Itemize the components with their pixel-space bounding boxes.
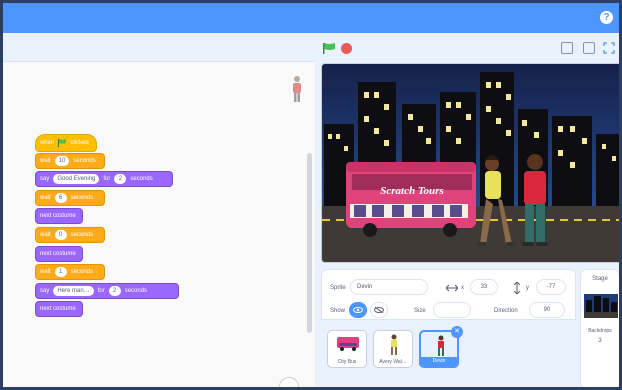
devin-thumbnail-icon [438, 335, 444, 356]
script-block-5[interactable]: wait 0 seconds [35, 227, 105, 243]
script-block-8[interactable]: say Here man… for 2 seconds [35, 282, 179, 299]
block-input[interactable]: 10 [54, 155, 70, 166]
block-input[interactable]: Good Evening [53, 174, 100, 185]
sprite-name-label: Sprite [330, 285, 346, 291]
block-text: for [97, 287, 105, 294]
zoom-reset-button[interactable] [279, 377, 299, 387]
block-input[interactable]: Here man… [53, 285, 94, 296]
stage-panel[interactable]: Stage Backdrops 3 [580, 269, 619, 387]
delete-sprite-icon[interactable]: ✕ [451, 326, 463, 338]
show-hidden-button[interactable] [370, 302, 388, 318]
help-icon[interactable]: ? [600, 11, 613, 24]
block-input[interactable]: 0 [54, 230, 67, 240]
block-text: when [40, 140, 55, 146]
x-field[interactable]: 33 [470, 279, 498, 295]
block-text: seconds [124, 287, 148, 294]
backdrop-thumbnail [584, 294, 618, 318]
block-text: seconds [70, 269, 94, 276]
script-block-4[interactable]: next costume [35, 208, 83, 225]
block-input[interactable]: 6 [54, 192, 67, 203]
script-block-9[interactable]: next costume [35, 301, 83, 318]
editor-tabs-bar [3, 33, 315, 61]
x-label: x [461, 285, 464, 291]
green-flag-icon[interactable] [323, 43, 335, 54]
stage-scene: Scratch Tours [322, 64, 619, 262]
code-scrollbar[interactable] [307, 153, 312, 333]
show-label: Show [330, 308, 346, 314]
block-text: seconds [70, 232, 94, 238]
sprite-thumb-avery[interactable]: Avery Wal… [373, 330, 413, 368]
menu-bar: ? [3, 3, 619, 33]
block-text: wait [40, 269, 51, 276]
backdrops-count: 3 [598, 338, 602, 344]
scratch-editor: ? when clicked wait 10 seconds say Good Evenin… [0, 0, 622, 390]
block-text: seconds [73, 157, 96, 164]
y-arrow-icon [513, 282, 521, 294]
block-text: wait [40, 157, 51, 164]
block-text: wait [40, 232, 51, 238]
eye-icon [353, 307, 363, 313]
block-input[interactable]: 2 [108, 285, 121, 296]
eye-slash-icon [374, 307, 384, 313]
block-text: for [103, 176, 111, 183]
sprite-thumb-label: Devin [421, 357, 457, 366]
block-text: next costume [40, 213, 76, 220]
city-bus [346, 162, 476, 237]
script-block-7[interactable]: wait 1 seconds [35, 264, 105, 281]
bus-thumbnail-icon [337, 337, 359, 351]
avery-thumbnail-icon [391, 334, 397, 355]
backdrops-label: Backdrops [588, 328, 612, 334]
sprite-name-field[interactable]: Devin [350, 279, 428, 295]
block-text: seconds [130, 176, 153, 183]
green-flag-icon [58, 139, 67, 147]
block-text: seconds [70, 194, 94, 201]
block-text: say [40, 176, 50, 183]
direction-label: Direction [494, 308, 518, 314]
size-label: Size [414, 308, 426, 314]
normal-stage-icon[interactable] [583, 42, 595, 54]
y-label: y [526, 285, 529, 291]
size-field[interactable] [433, 302, 471, 318]
sprite-ghost-icon [293, 76, 301, 102]
script-block-0[interactable]: when clicked [35, 134, 97, 152]
show-visible-button[interactable] [349, 302, 367, 318]
block-text: next costume [40, 250, 76, 257]
small-stage-icon[interactable] [561, 42, 573, 54]
sprite-thumb-label: City Bus [337, 359, 357, 365]
block-text: wait [40, 194, 51, 201]
stage-header [315, 33, 619, 61]
fullscreen-icon[interactable] [603, 42, 615, 54]
script-block-2[interactable]: say Good Evening for 2 seconds [35, 171, 173, 188]
x-arrow-icon [446, 284, 458, 292]
script-block-3[interactable]: wait 6 seconds [35, 189, 105, 206]
sprite-thumb-devin[interactable]: Devin ✕ [419, 326, 463, 368]
block-text: clicked [70, 140, 89, 146]
bus-text: Scratch Tours [380, 185, 443, 197]
stage-panel-title: Stage [592, 276, 608, 282]
stop-icon[interactable] [341, 43, 352, 54]
block-text: say [40, 287, 50, 294]
script-block-6[interactable]: next costume [35, 245, 83, 262]
stage[interactable]: Scratch Tours [321, 63, 619, 263]
sprite-list: City Bus Avery Wal… Devin ✕ [321, 319, 576, 387]
y-field[interactable]: -77 [536, 279, 566, 295]
direction-field[interactable]: 90 [529, 302, 565, 318]
script-block-1[interactable]: wait 10 seconds [35, 152, 105, 169]
sprite-thumb-city-bus[interactable]: City Bus [327, 330, 367, 368]
block-text: next costume [40, 306, 76, 313]
block-input[interactable]: 2 [114, 174, 127, 185]
sprite-thumb-label: Avery Wal… [379, 359, 407, 365]
block-input[interactable]: 1 [54, 267, 67, 278]
code-area[interactable]: when clicked wait 10 seconds say Good Evening f… [3, 61, 315, 387]
